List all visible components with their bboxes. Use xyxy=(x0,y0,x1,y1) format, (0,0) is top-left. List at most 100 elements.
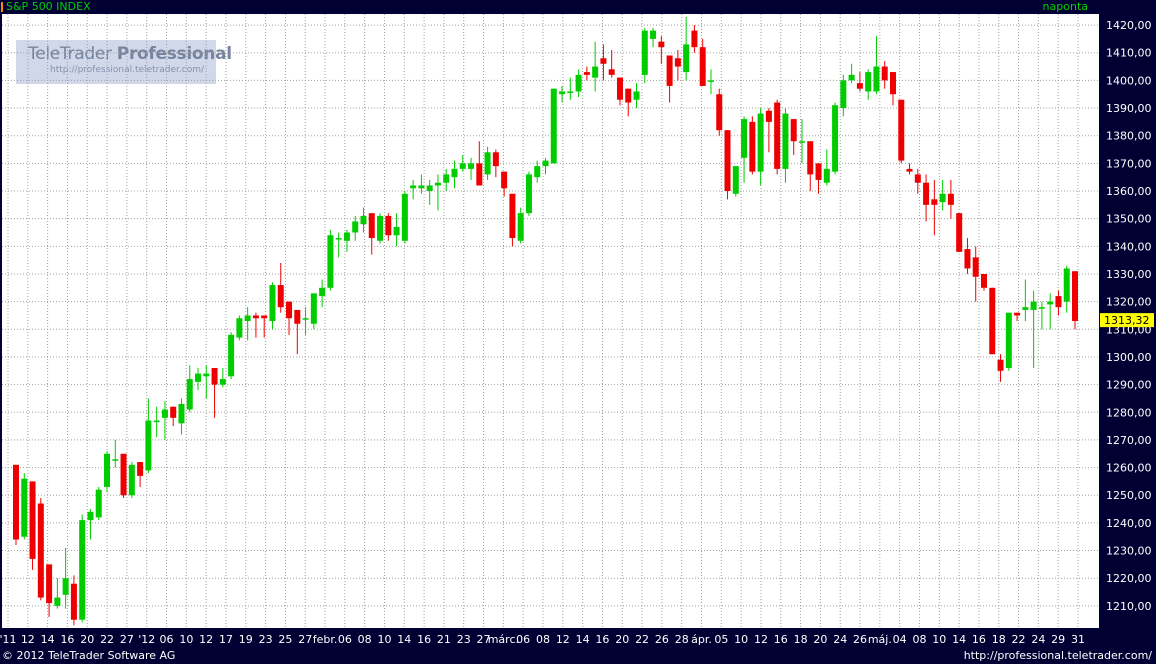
candle-down xyxy=(947,193,954,205)
candle-down xyxy=(889,72,896,95)
candle-up xyxy=(302,318,309,320)
x-tick-label: 22 xyxy=(635,633,649,646)
x-tick-label: 10 xyxy=(932,633,946,646)
x-tick-label: 20 xyxy=(615,633,629,646)
candle-up xyxy=(840,80,847,109)
candle-down xyxy=(294,309,301,324)
candle-down xyxy=(989,287,996,355)
candle-up xyxy=(939,193,946,203)
candle-up xyxy=(732,166,739,194)
y-tick-label: 1390,00 xyxy=(1106,102,1152,115)
y-tick-label: 1410,00 xyxy=(1106,47,1152,60)
candle-down xyxy=(509,193,516,239)
x-tick-label: 10 xyxy=(179,633,193,646)
y-tick-label: 1270,00 xyxy=(1106,434,1152,447)
x-tick-label: ápr. xyxy=(691,633,712,646)
candle-up xyxy=(343,232,350,241)
x-tick-label: 10 xyxy=(734,633,748,646)
candle-down xyxy=(286,301,293,319)
candle-down xyxy=(815,163,822,180)
candle-up xyxy=(203,373,210,377)
x-tick-label: 26 xyxy=(853,633,867,646)
y-tick-label: 1360,00 xyxy=(1106,185,1152,198)
candle-down xyxy=(1055,296,1062,308)
y-tick-label: 1280,00 xyxy=(1106,406,1152,419)
candle-up xyxy=(1030,301,1037,310)
candle-up xyxy=(1005,312,1012,369)
x-tick-label: 18 xyxy=(794,633,808,646)
footer-url[interactable]: http://professional.teletrader.com/ xyxy=(964,649,1152,662)
candle-up xyxy=(1022,307,1029,310)
candle-down xyxy=(790,119,797,142)
y-tick-label: 1290,00 xyxy=(1106,379,1152,392)
x-tick-label: 24 xyxy=(1031,633,1045,646)
x-tick-label: 12 xyxy=(21,633,35,646)
chart-window: S&P 500 INDEX naponta TeleTrader Profess… xyxy=(0,0,1156,664)
candle-down xyxy=(170,406,177,418)
candle-up xyxy=(178,403,185,424)
candle-up xyxy=(310,293,317,324)
candle-down xyxy=(674,58,681,67)
candle-up xyxy=(567,91,574,93)
candle-up xyxy=(360,215,367,225)
candle-up xyxy=(79,520,86,620)
x-tick-label: '11 xyxy=(0,633,17,646)
x-tick-label: 14 xyxy=(41,633,55,646)
x-tick-label: 22 xyxy=(1012,633,1026,646)
x-tick-label: 12 xyxy=(199,633,213,646)
candle-down xyxy=(923,182,930,205)
candle-down xyxy=(666,55,673,86)
x-tick-label: 10 xyxy=(377,633,391,646)
candle-up xyxy=(128,464,135,496)
x-tick-label: 14 xyxy=(576,633,590,646)
candle-up xyxy=(236,318,243,338)
x-tick-label: 22 xyxy=(100,633,114,646)
last-price-label: 1313,32 xyxy=(1104,314,1150,327)
y-tick-label: 1220,00 xyxy=(1106,572,1152,585)
candle-up xyxy=(468,163,475,169)
x-tick-label: 14 xyxy=(397,633,411,646)
candle-down xyxy=(724,130,731,192)
x-tick-label: 27 xyxy=(298,633,312,646)
y-tick-label: 1380,00 xyxy=(1106,130,1152,143)
y-tick-label: 1350,00 xyxy=(1106,213,1152,226)
y-tick-label: 1240,00 xyxy=(1106,517,1152,530)
x-tick-label: 05 xyxy=(714,633,728,646)
candle-down xyxy=(658,41,665,48)
candlestick-chart: 1210,00 1220,00 1230,00 1240,00 1250,00 1260,… xyxy=(0,14,1154,646)
x-tick-label: '12 xyxy=(138,633,155,646)
candle-down xyxy=(881,66,888,81)
candle-down xyxy=(914,174,921,183)
candle-up xyxy=(377,215,384,241)
x-tick-label: 18 xyxy=(992,633,1006,646)
candle-up xyxy=(782,113,789,169)
candle-up xyxy=(228,334,235,377)
candle-up xyxy=(832,105,839,172)
candle-down xyxy=(699,47,706,86)
candle-down xyxy=(716,94,723,131)
candle-up xyxy=(550,88,557,164)
x-tick-label: 20 xyxy=(813,633,827,646)
candle-up xyxy=(1038,307,1045,309)
y-tick-label: 1420,00 xyxy=(1106,19,1152,32)
candle-up xyxy=(848,74,855,81)
candle-up xyxy=(534,166,541,178)
candle-down xyxy=(765,110,772,122)
candle-up xyxy=(757,113,764,172)
candle-up xyxy=(410,185,417,189)
candle-down xyxy=(277,285,284,308)
candle-up xyxy=(484,152,491,175)
candle-down xyxy=(625,88,632,103)
y-tick-label: 1250,00 xyxy=(1106,489,1152,502)
candle-down xyxy=(137,462,144,476)
candle-down xyxy=(956,213,963,252)
x-tick-label: 12 xyxy=(754,633,768,646)
candle-up xyxy=(517,213,524,241)
candle-down xyxy=(70,583,77,620)
candle-up xyxy=(865,72,872,92)
x-tick-label: 06 xyxy=(516,633,530,646)
candle-down xyxy=(29,481,36,559)
x-tick-label: márc. xyxy=(488,633,519,646)
x-tick-label: máj. xyxy=(868,633,892,646)
candle-up xyxy=(592,66,599,78)
